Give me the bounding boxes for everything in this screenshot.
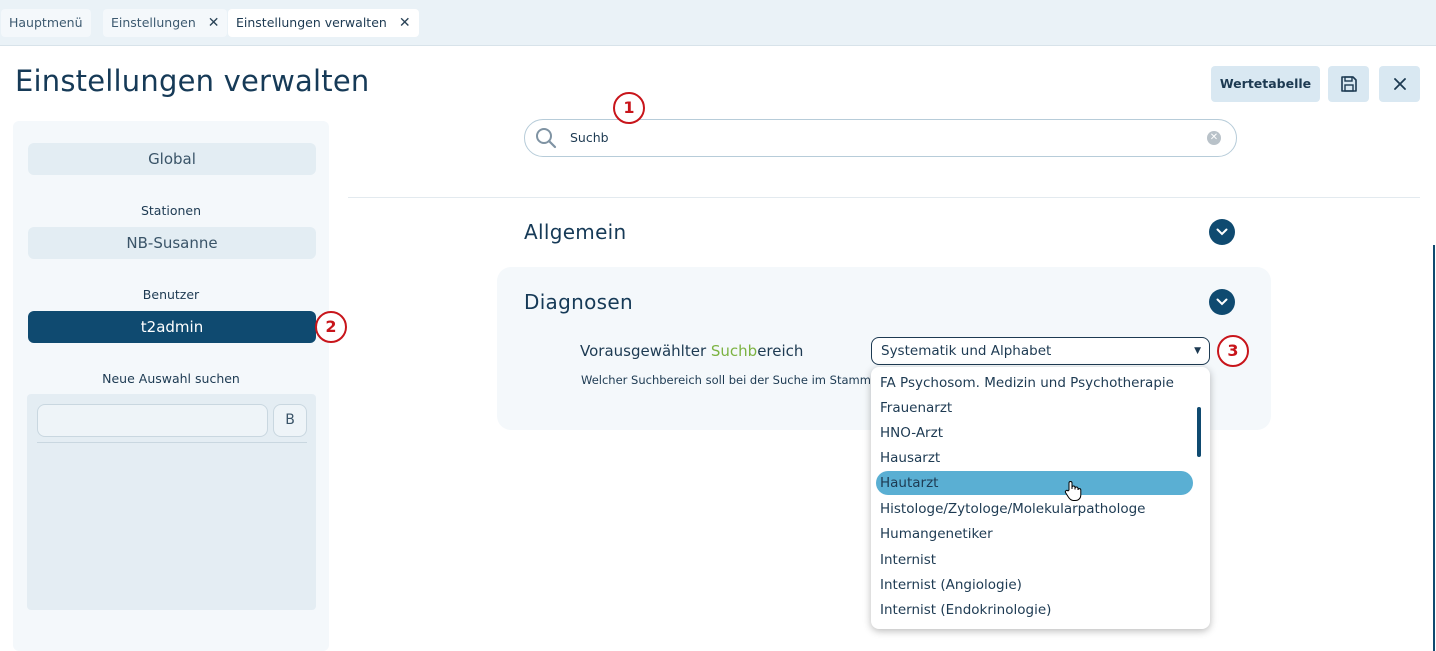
dropdown-option[interactable]: Humangenetiker xyxy=(876,522,1193,546)
setting-label-part: Vorausgewählter xyxy=(580,342,711,360)
search-highlight: Suchb xyxy=(710,342,758,360)
sidebar: Global Stationen NB-Susanne Benutzer t2a… xyxy=(13,121,329,651)
dropdown-option[interactable]: HNO-Arzt xyxy=(876,421,1193,445)
dropdown-option[interactable]: Hausarzt xyxy=(876,446,1193,470)
dropdown-option-hovered[interactable]: Hautarzt xyxy=(876,471,1193,495)
wertetabelle-button[interactable]: Wertetabelle xyxy=(1211,66,1320,102)
suchbereich-select[interactable]: Systematik und Alphabet ▼ xyxy=(871,337,1210,365)
divider xyxy=(348,197,1420,198)
save-icon xyxy=(1340,76,1357,92)
user-item[interactable]: t2admin xyxy=(28,311,316,343)
selection-search-box: B xyxy=(27,394,316,610)
hand-cursor-icon xyxy=(1064,481,1082,501)
dropdown-option[interactable]: Internist (Endokrinologie) xyxy=(876,598,1193,622)
selection-search-button[interactable]: B xyxy=(273,404,307,437)
close-icon[interactable]: ✕ xyxy=(208,9,220,37)
close-button[interactable] xyxy=(1379,66,1420,102)
setting-label-part: ereich xyxy=(757,342,804,360)
global-item[interactable]: Global xyxy=(28,143,316,175)
section-diagnosen-title[interactable]: Diagnosen xyxy=(524,290,633,314)
settings-search-field[interactable]: Suchb ✕ xyxy=(524,119,1237,157)
close-icon xyxy=(1393,78,1406,90)
setting-label: Vorausgewählter Suchbereich xyxy=(580,342,803,360)
search-input[interactable]: Suchb xyxy=(570,120,609,156)
tab-einstellungen-verwalten[interactable]: Einstellungen verwalten ✕ xyxy=(228,9,419,37)
select-dropdown-list: FA Psychosom. Medizin und Psychotherapie… xyxy=(871,367,1210,629)
page-scrollbar[interactable] xyxy=(1433,245,1435,651)
clear-icon[interactable]: ✕ xyxy=(1207,131,1221,145)
dropdown-scrollbar[interactable] xyxy=(1197,407,1201,457)
dropdown-option[interactable]: FA Psychosom. Medizin und Psychotherapie xyxy=(876,371,1193,395)
dropdown-option[interactable]: Frauenarzt xyxy=(876,396,1193,420)
station-item[interactable]: NB-Susanne xyxy=(28,227,316,259)
tab-bar: Hauptmenü Einstellungen ✕ Einstellungen v… xyxy=(0,0,1436,46)
neue-auswahl-heading: Neue Auswahl suchen xyxy=(102,371,240,386)
divider xyxy=(37,442,307,443)
dropdown-option[interactable]: Internist xyxy=(876,548,1193,572)
dropdown-option[interactable]: Internist (Angiologie) xyxy=(876,573,1193,597)
tab-label: Einstellungen verwalten xyxy=(236,15,387,30)
section-allgemein-title[interactable]: Allgemein xyxy=(524,220,627,244)
caret-down-icon: ▼ xyxy=(1194,346,1201,356)
chevron-down-icon[interactable] xyxy=(1209,219,1235,245)
selection-search-input[interactable] xyxy=(37,404,268,437)
benutzer-heading: Benutzer xyxy=(142,287,200,302)
select-value: Systematik und Alphabet xyxy=(881,343,1052,359)
tab-einstellungen[interactable]: Einstellungen ✕ xyxy=(103,9,228,37)
tab-label: Einstellungen xyxy=(111,15,196,30)
chevron-down-icon[interactable] xyxy=(1209,289,1235,315)
dropdown-option[interactable]: Histologe/Zytologe/Molekularpathologe xyxy=(876,497,1193,521)
callout-2: 2 xyxy=(315,311,347,343)
setting-description: Welcher Suchbereich soll bei der Suche i… xyxy=(581,373,871,387)
tab-label: Hauptmenü xyxy=(9,15,83,30)
search-icon xyxy=(536,128,557,149)
close-icon[interactable]: ✕ xyxy=(399,9,411,37)
tab-hauptmenue[interactable]: Hauptmenü xyxy=(1,9,91,37)
callout-1: 1 xyxy=(613,92,645,124)
page-title: Einstellungen verwalten xyxy=(15,64,370,98)
callout-3: 3 xyxy=(1217,335,1249,367)
save-button[interactable] xyxy=(1328,66,1369,102)
stationen-heading: Stationen xyxy=(140,203,202,218)
